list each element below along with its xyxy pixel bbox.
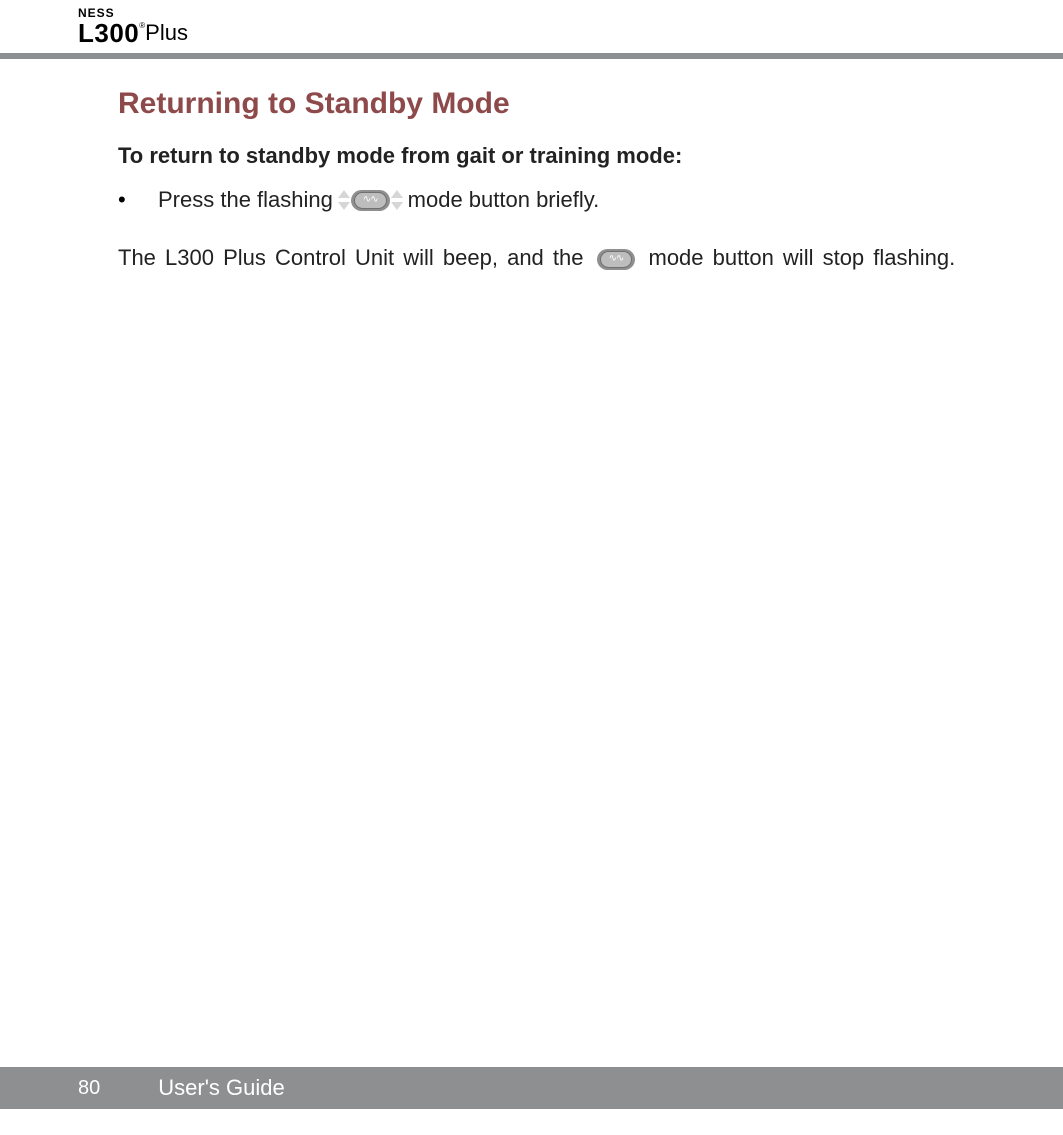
footer: 80 User's Guide [0, 1067, 1063, 1109]
mode-button-flashing-icon: ∿∿ [337, 190, 404, 211]
text-before-icon: Press the flashing [158, 187, 333, 213]
content: Returning to Standby Mode To return to s… [0, 59, 1063, 275]
logo-model: L300 [78, 22, 139, 45]
bullet-marker: • [118, 187, 158, 213]
page-heading: Returning to Standby Mode [118, 87, 985, 121]
mode-button-icon: ∿∿ [597, 249, 636, 270]
subheading: To return to standby mode from gait or t… [118, 143, 985, 169]
bullet-item: • Press the flashing ∿∿ mode button brie… [118, 187, 985, 213]
text-after-icon: mode button briefly. [408, 187, 600, 213]
header: NESS L300®Plus [0, 0, 1063, 47]
footer-title: User's Guide [158, 1075, 284, 1101]
logo-suffix: Plus [145, 20, 188, 45]
body-part1: The L300 Plus Control Unit will beep, an… [118, 245, 583, 270]
page-number: 80 [78, 1077, 100, 1100]
bullet-text: Press the flashing ∿∿ mode button briefl… [158, 187, 599, 213]
body-part2: mode button will stop flashing. [649, 245, 956, 270]
logo-brand: NESS [78, 6, 1063, 20]
body-paragraph: The L300 Plus Control Unit will beep, an… [118, 241, 985, 275]
logo-line: L300®Plus [78, 20, 1063, 47]
